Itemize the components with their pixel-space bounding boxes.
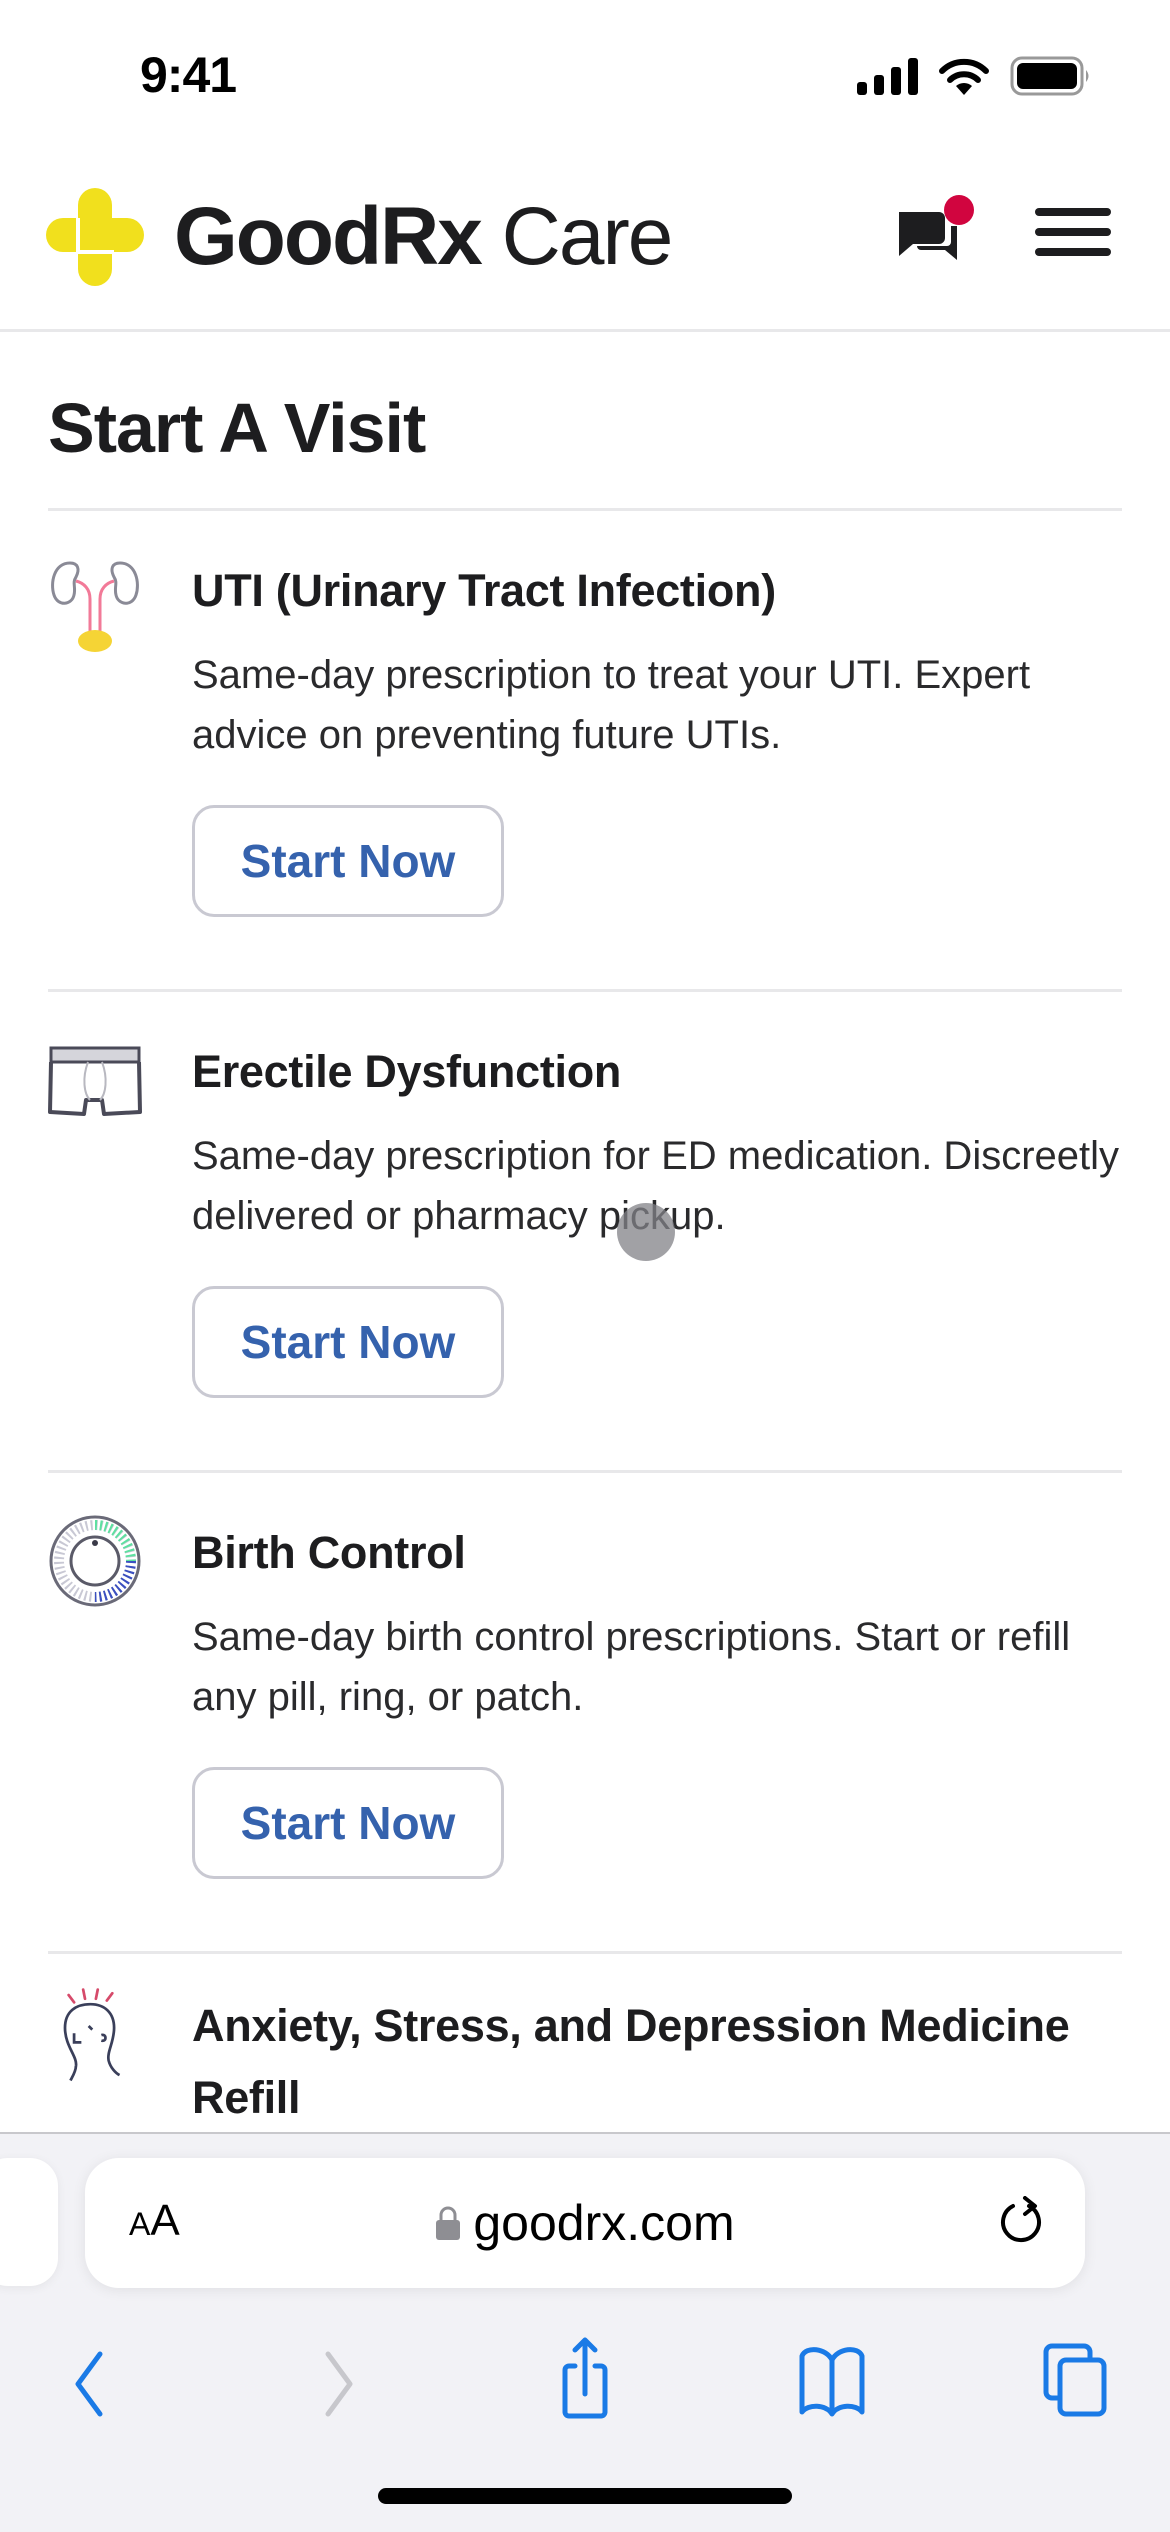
notification-badge	[944, 195, 974, 225]
browser-toolbar	[0, 2324, 1170, 2444]
previous-tab-peek[interactable]	[0, 2158, 58, 2286]
status-bar: 9:41	[0, 0, 1170, 150]
status-icons	[857, 56, 1092, 96]
hamburger-line	[1035, 248, 1111, 256]
visit-title: Erectile Dysfunction	[192, 1046, 622, 1097]
stressed-head-icon	[63, 1988, 121, 2082]
visit-item-birth-control: Birth Control Same-day birth control pre…	[48, 1473, 1122, 1954]
forward-icon[interactable]	[300, 2334, 380, 2424]
status-time: 9:41	[140, 47, 237, 103]
messages-button[interactable]	[895, 192, 985, 282]
pill-dial-icon	[49, 1515, 141, 1607]
address-bar[interactable]: AA goodrx.com	[85, 2158, 1085, 2288]
reload-icon[interactable]	[995, 2196, 1049, 2250]
wifi-icon	[939, 58, 989, 95]
page-title: Start A Visit	[48, 389, 426, 467]
visit-item-anxiety: Anxiety, Stress, and Depression Medicine…	[48, 1954, 1122, 2134]
kidneys-icon	[51, 561, 139, 652]
tabs-icon[interactable]	[1038, 2334, 1118, 2424]
visit-title: Anxiety, Stress, and Depression Medicine…	[192, 2000, 1070, 2123]
cellular-signal-icon	[857, 57, 918, 95]
goodrx-plus-logo-icon	[46, 188, 144, 286]
back-icon[interactable]	[48, 2334, 128, 2424]
browser-bottom-bar: AA goodrx.com	[0, 2132, 1170, 2532]
underwear-icon	[48, 1046, 142, 1116]
site-header: GoodRx Care	[0, 150, 1170, 332]
brand-name: GoodRx Care	[174, 191, 673, 282]
touch-indicator	[617, 1203, 675, 1261]
chat-bubbles-icon	[899, 195, 974, 260]
start-now-button-birth-control[interactable]: Start Now	[192, 1767, 504, 1879]
goodrx-care-logo[interactable]: GoodRx Care	[46, 188, 673, 286]
start-now-button-ed[interactable]: Start Now	[192, 1286, 504, 1398]
menu-button[interactable]	[1035, 202, 1111, 262]
battery-icon	[1010, 56, 1089, 96]
visit-description: Same-day birth control prescriptions. St…	[192, 1615, 1071, 1719]
hamburger-line	[1035, 228, 1111, 236]
url-text: goodrx.com	[473, 2195, 735, 2251]
visit-title: UTI (Urinary Tract Infection)	[192, 565, 776, 616]
home-indicator	[378, 2488, 792, 2504]
visit-description: Same-day prescription to treat your UTI.…	[192, 653, 1031, 757]
bookmarks-icon[interactable]	[792, 2334, 872, 2424]
visit-title: Birth Control	[192, 1527, 466, 1578]
visit-item-uti: UTI (Urinary Tract Infection) Same-day p…	[48, 511, 1122, 992]
lock-icon	[436, 2206, 461, 2240]
url-display[interactable]: goodrx.com	[85, 2194, 1085, 2252]
share-icon[interactable]	[545, 2334, 625, 2424]
main-content: Start A Visit UTI (Urinary Tract Infecti…	[48, 332, 1122, 2134]
visit-item-erectile-dysfunction: Erectile Dysfunction Same-day prescripti…	[48, 992, 1122, 1473]
start-now-button-uti[interactable]: Start Now	[192, 805, 504, 917]
hamburger-line	[1035, 208, 1111, 216]
